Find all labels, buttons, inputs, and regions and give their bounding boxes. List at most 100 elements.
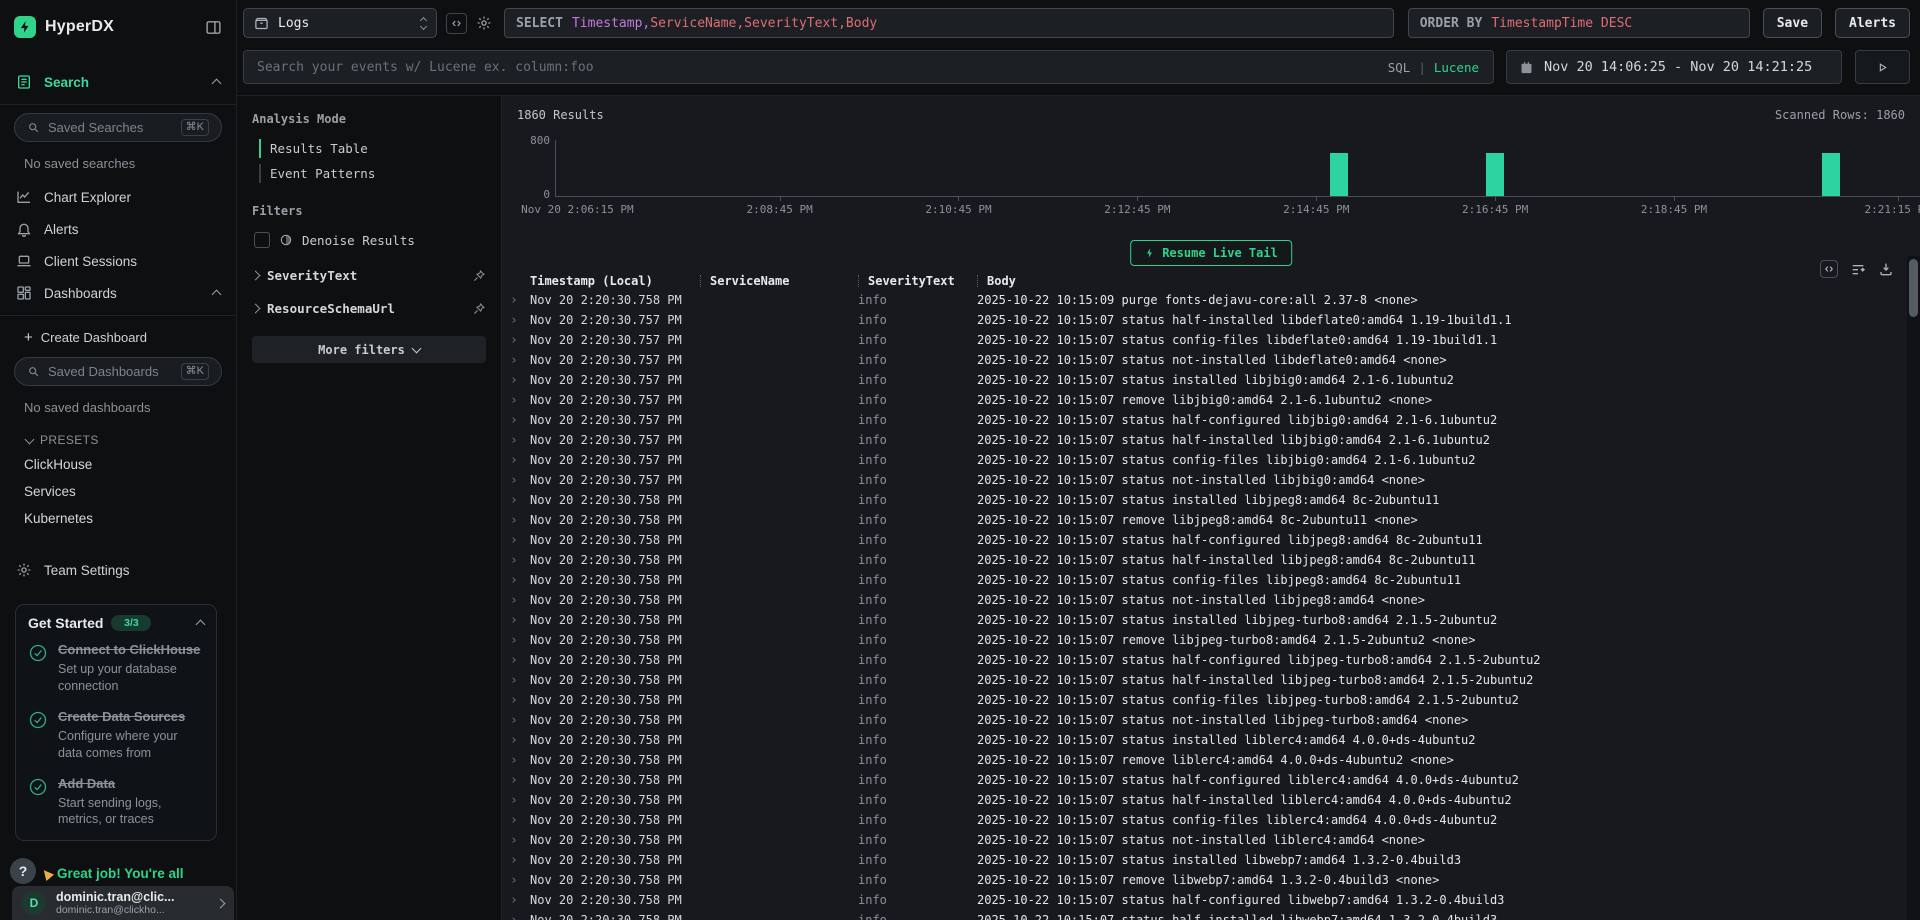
- log-row[interactable]: ›Nov 20 2:20:30.758 PMinfo2025-10-22 10:…: [508, 570, 1905, 590]
- denoise-results-toggle[interactable]: Denoise Results: [252, 228, 486, 250]
- select-input-value: Timestamp,ServiceName,SeverityText,Body: [572, 16, 877, 31]
- log-row[interactable]: ›Nov 20 2:20:30.758 PMinfo2025-10-22 10:…: [508, 810, 1905, 830]
- time-range-picker[interactable]: Nov 20 14:06:25 - Nov 20 14:21:25: [1506, 50, 1842, 84]
- sidebar-item-dashboards[interactable]: Dashboards: [0, 277, 236, 309]
- bell-icon: [16, 221, 33, 237]
- vertical-scrollbar[interactable]: [1907, 256, 1920, 920]
- pin-icon[interactable]: [472, 302, 486, 316]
- log-row[interactable]: ›Nov 20 2:20:30.757 PMinfo2025-10-22 10:…: [508, 350, 1905, 370]
- sidebar-item-team-settings[interactable]: Team Settings: [0, 554, 236, 586]
- log-row[interactable]: ›Nov 20 2:20:30.758 PMinfo2025-10-22 10:…: [508, 510, 1905, 530]
- mode-results-table[interactable]: Results Table: [252, 136, 486, 161]
- column-separator[interactable]: [700, 275, 701, 287]
- source-select[interactable]: Logs: [243, 8, 437, 38]
- get-started-card: Get Started 3/3 Connect to ClickHouse Se…: [15, 604, 217, 841]
- preset-kubernetes[interactable]: Kubernetes: [0, 505, 236, 532]
- log-row[interactable]: ›Nov 20 2:20:30.758 PMinfo2025-10-22 10:…: [508, 590, 1905, 610]
- log-row[interactable]: ›Nov 20 2:20:30.758 PMinfo2025-10-22 10:…: [508, 750, 1905, 770]
- select-keyword: SELECT: [516, 16, 563, 31]
- log-row[interactable]: ›Nov 20 2:20:30.758 PMinfo2025-10-22 10:…: [508, 610, 1905, 630]
- log-row[interactable]: ›Nov 20 2:20:30.757 PMinfo2025-10-22 10:…: [508, 470, 1905, 490]
- lang-lucene-option[interactable]: Lucene: [1434, 60, 1479, 75]
- row-severity: info: [858, 733, 977, 747]
- check-circle-icon: [28, 777, 48, 829]
- dashboards-grid-icon: [16, 285, 33, 301]
- filter-field-resourceschemaurl[interactable]: ResourceSchemaUrl: [252, 301, 486, 316]
- save-button[interactable]: Save: [1763, 8, 1822, 38]
- sql-editor-icon[interactable]: [446, 13, 467, 34]
- help-button[interactable]: ?: [10, 858, 36, 884]
- log-row[interactable]: ›Nov 20 2:20:30.758 PMinfo2025-10-22 10:…: [508, 910, 1905, 920]
- source-settings-gear-icon[interactable]: [476, 15, 492, 31]
- column-separator[interactable]: [977, 275, 978, 287]
- saved-dashboards-input[interactable]: Saved Dashboards ⌘K: [14, 357, 222, 386]
- collapse-sidebar-icon[interactable]: [205, 19, 222, 36]
- log-row[interactable]: ›Nov 20 2:20:30.758 PMinfo2025-10-22 10:…: [508, 290, 1905, 310]
- col-header-servicename[interactable]: ServiceName: [700, 274, 858, 288]
- log-row[interactable]: ›Nov 20 2:20:30.758 PMinfo2025-10-22 10:…: [508, 890, 1905, 910]
- chevron-up-icon[interactable]: [196, 620, 206, 630]
- chevron-right-icon: [216, 898, 226, 908]
- order-by-input[interactable]: ORDER BY TimestampTime DESC: [1408, 8, 1750, 38]
- log-row[interactable]: ›Nov 20 2:20:30.758 PMinfo2025-10-22 10:…: [508, 770, 1905, 790]
- log-row[interactable]: ›Nov 20 2:20:30.757 PMinfo2025-10-22 10:…: [508, 410, 1905, 430]
- step-title: Connect to ClickHouse: [58, 642, 200, 657]
- col-header-severitytext[interactable]: SeverityText: [858, 274, 977, 288]
- preset-clickhouse[interactable]: ClickHouse: [0, 451, 236, 478]
- denoise-checkbox[interactable]: [254, 232, 270, 248]
- col-header-timestamp[interactable]: Timestamp (Local): [530, 274, 700, 288]
- log-row[interactable]: ›Nov 20 2:20:30.758 PMinfo2025-10-22 10:…: [508, 490, 1905, 510]
- row-body: 2025-10-22 10:15:07 remove libjpeg-turbo…: [977, 633, 1905, 647]
- log-row[interactable]: ›Nov 20 2:20:30.757 PMinfo2025-10-22 10:…: [508, 370, 1905, 390]
- log-row[interactable]: ›Nov 20 2:20:30.758 PMinfo2025-10-22 10:…: [508, 710, 1905, 730]
- log-row[interactable]: ›Nov 20 2:20:30.757 PMinfo2025-10-22 10:…: [508, 450, 1905, 470]
- log-row[interactable]: ›Nov 20 2:20:30.758 PMinfo2025-10-22 10:…: [508, 630, 1905, 650]
- log-row[interactable]: ›Nov 20 2:20:30.758 PMinfo2025-10-22 10:…: [508, 690, 1905, 710]
- preset-services[interactable]: Services: [0, 478, 236, 505]
- select-columns-input[interactable]: SELECT Timestamp,ServiceName,SeverityTex…: [504, 8, 1394, 38]
- mode-event-patterns[interactable]: Event Patterns: [252, 161, 486, 186]
- saved-searches-input[interactable]: Saved Searches ⌘K: [14, 113, 222, 142]
- order-by-value: TimestampTime DESC: [1491, 16, 1632, 31]
- alerts-button[interactable]: Alerts: [1835, 8, 1910, 38]
- row-severity: info: [858, 573, 977, 587]
- events-histogram[interactable]: Nov 20 2:06:15 PM2:08:45 PM2:10:45 PM2:1…: [555, 140, 1920, 197]
- run-query-button[interactable]: [1855, 50, 1910, 84]
- log-row[interactable]: ›Nov 20 2:20:30.758 PMinfo2025-10-22 10:…: [508, 670, 1905, 690]
- row-timestamp: Nov 20 2:20:30.758 PM: [530, 753, 700, 767]
- column-separator[interactable]: [858, 275, 859, 287]
- scrollbar-thumb[interactable]: [1909, 259, 1918, 317]
- log-row[interactable]: ›Nov 20 2:20:30.757 PMinfo2025-10-22 10:…: [508, 310, 1905, 330]
- col-header-body[interactable]: Body: [977, 274, 1905, 288]
- log-row[interactable]: ›Nov 20 2:20:30.758 PMinfo2025-10-22 10:…: [508, 730, 1905, 750]
- sidebar-item-search[interactable]: Search: [0, 66, 236, 98]
- resume-live-tail-button[interactable]: Resume Live Tail: [1130, 240, 1292, 266]
- log-row[interactable]: ›Nov 20 2:20:30.758 PMinfo2025-10-22 10:…: [508, 790, 1905, 810]
- log-row[interactable]: ›Nov 20 2:20:30.758 PMinfo2025-10-22 10:…: [508, 830, 1905, 850]
- event-search-box[interactable]: SQL | Lucene: [243, 50, 1494, 84]
- log-row[interactable]: ›Nov 20 2:20:30.758 PMinfo2025-10-22 10:…: [508, 550, 1905, 570]
- sidebar-item-chart-explorer[interactable]: Chart Explorer: [0, 181, 236, 213]
- x-axis-tick: [1674, 196, 1675, 201]
- lang-sql-option[interactable]: SQL: [1388, 60, 1411, 75]
- filter-field-severitytext[interactable]: SeverityText: [252, 268, 486, 283]
- log-row[interactable]: ›Nov 20 2:20:30.758 PMinfo2025-10-22 10:…: [508, 650, 1905, 670]
- pin-icon[interactable]: [472, 269, 486, 283]
- log-row[interactable]: ›Nov 20 2:20:30.757 PMinfo2025-10-22 10:…: [508, 430, 1905, 450]
- log-row[interactable]: ›Nov 20 2:20:30.758 PMinfo2025-10-22 10:…: [508, 850, 1905, 870]
- expand-row-icon: ›: [508, 653, 530, 668]
- more-filters-button[interactable]: More filters: [252, 336, 486, 363]
- row-timestamp: Nov 20 2:20:30.758 PM: [530, 893, 700, 907]
- presets-toggle[interactable]: PRESETS: [0, 425, 236, 451]
- log-row[interactable]: ›Nov 20 2:20:30.757 PMinfo2025-10-22 10:…: [508, 330, 1905, 350]
- create-dashboard-button[interactable]: + Create Dashboard: [0, 322, 236, 349]
- log-row[interactable]: ›Nov 20 2:20:30.758 PMinfo2025-10-22 10:…: [508, 530, 1905, 550]
- sidebar-item-client-sessions[interactable]: Client Sessions: [0, 245, 236, 277]
- search-input[interactable]: [255, 59, 1374, 76]
- user-menu[interactable]: D dominic.tran@clic... dominic.tran@clic…: [12, 886, 234, 920]
- log-row[interactable]: ›Nov 20 2:20:30.757 PMinfo2025-10-22 10:…: [508, 390, 1905, 410]
- plus-icon: +: [24, 333, 33, 343]
- sidebar-item-alerts[interactable]: Alerts: [0, 213, 236, 245]
- log-row[interactable]: ›Nov 20 2:20:30.758 PMinfo2025-10-22 10:…: [508, 870, 1905, 890]
- lightning-icon: [1144, 247, 1155, 259]
